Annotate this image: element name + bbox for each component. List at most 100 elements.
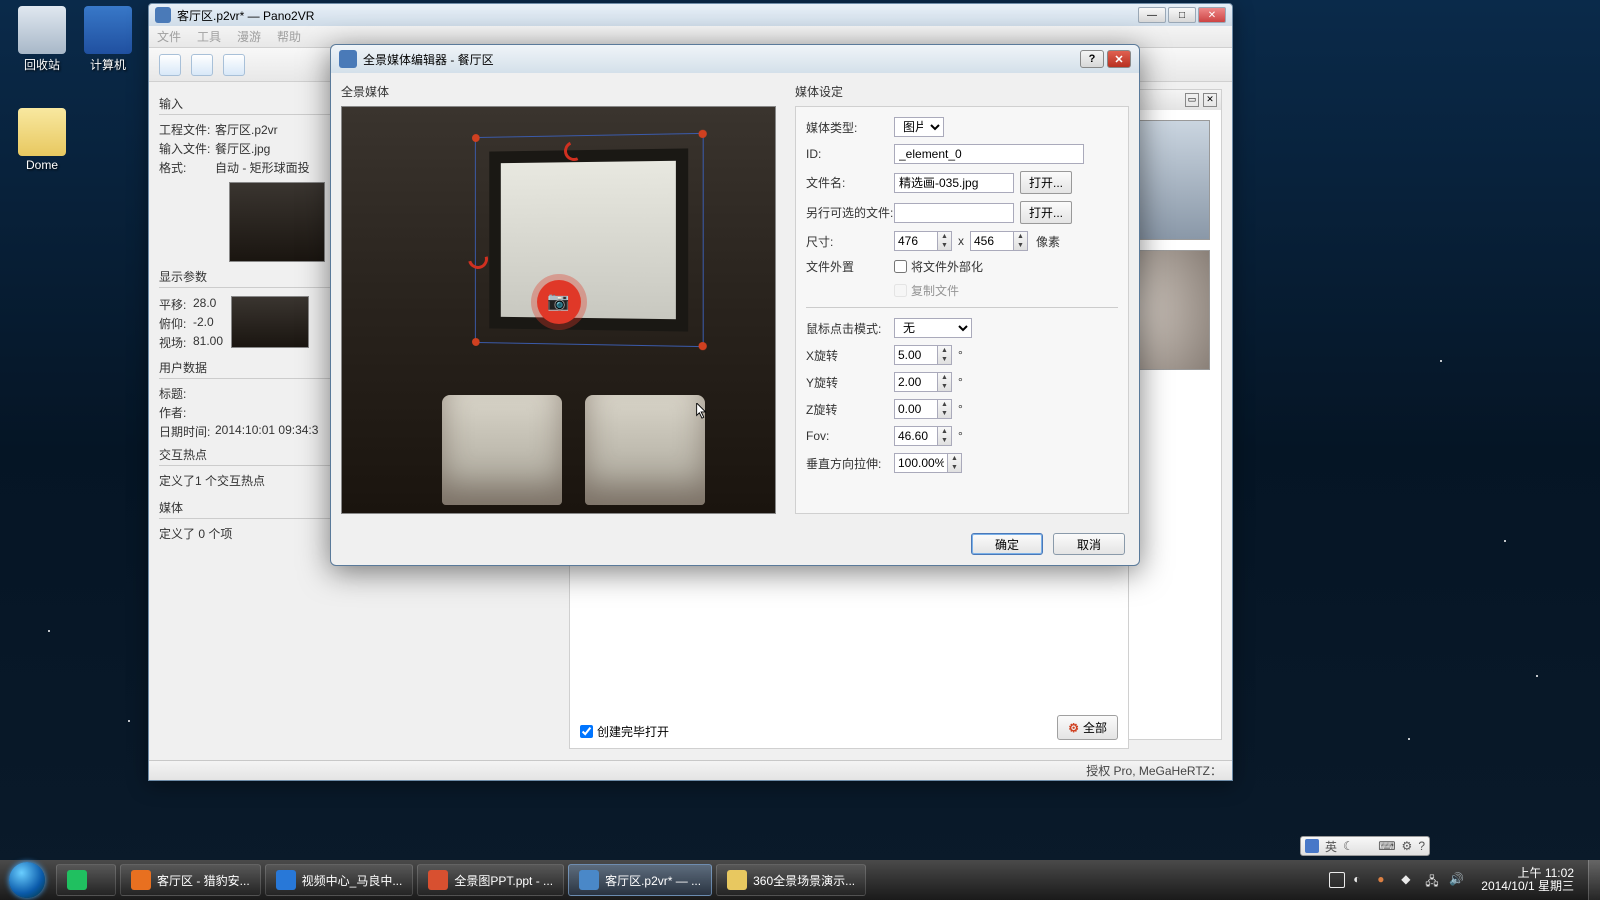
desktop-icon-label: Dome [12, 158, 72, 172]
all-button[interactable]: ⚙全部 [1057, 715, 1118, 740]
show-desktop-button[interactable] [1588, 860, 1600, 900]
hotspots-header: 交互热点 [159, 446, 339, 466]
tray-icon[interactable]: ◐ [1353, 872, 1369, 888]
tray-volume-icon[interactable]: 🔊 [1449, 872, 1465, 888]
externalize-label: 将文件外部化 [911, 258, 983, 275]
spin-up[interactable]: ▲ [938, 232, 951, 241]
spin-down[interactable]: ▼ [938, 355, 951, 364]
media-type-select[interactable]: 图片 [894, 117, 944, 137]
taskbar-item-active[interactable]: 客厅区.p2vr* — ... [568, 864, 712, 896]
open-after-checkbox[interactable] [580, 725, 593, 738]
spin-up[interactable]: ▲ [938, 400, 951, 409]
taskbar-item[interactable]: 360全景场景演示... [716, 864, 866, 896]
width-input[interactable] [894, 231, 938, 251]
spin-up[interactable]: ▲ [1014, 232, 1027, 241]
start-button[interactable] [0, 860, 54, 900]
spin-down[interactable]: ▼ [938, 241, 951, 250]
main-titlebar[interactable]: 客厅区.p2vr* — Pano2VR — □ ✕ [149, 4, 1232, 26]
taskbar-item[interactable]: 视频中心_马良中... [265, 864, 414, 896]
toolbar-new-button[interactable] [159, 54, 181, 76]
menu-tour[interactable]: 漫游 [237, 28, 261, 45]
pan-value: 28.0 [193, 296, 216, 313]
spin-down[interactable]: ▼ [938, 409, 951, 418]
maximize-button[interactable]: □ [1168, 7, 1196, 23]
desktop-icon-recycle-bin[interactable]: 回收站 [12, 6, 72, 73]
id-input[interactable] [894, 144, 1084, 164]
height-input[interactable] [970, 231, 1014, 251]
tray-icon[interactable]: ● [1377, 872, 1393, 888]
ime-toolbar[interactable]: 英 ☾ ⌨ ⚙ ? [1300, 836, 1430, 856]
panorama-preview[interactable]: 📷 [341, 106, 776, 514]
ok-button[interactable]: 确定 [971, 533, 1043, 555]
camera-icon[interactable]: 📷 [537, 280, 581, 324]
externalize-checkbox[interactable] [894, 260, 907, 273]
taskbar-item[interactable]: 全景图PPT.ppt - ... [417, 864, 564, 896]
handle-bottom-right[interactable] [699, 342, 707, 350]
spin-up[interactable]: ▲ [938, 427, 951, 436]
open-alt-file-button[interactable]: 打开... [1020, 201, 1072, 224]
z-rotation-input[interactable] [894, 399, 938, 419]
x-rotation-input[interactable] [894, 345, 938, 365]
ime-help-icon[interactable]: ? [1418, 839, 1425, 853]
cancel-button[interactable]: 取消 [1053, 533, 1125, 555]
date-label: 日期时间: [159, 423, 215, 440]
app-icon [131, 870, 151, 890]
menu-tools[interactable]: 工具 [197, 28, 221, 45]
close-button[interactable]: ✕ [1198, 7, 1226, 23]
handle-top-left[interactable] [472, 134, 480, 142]
dialog-titlebar[interactable]: 全景媒体编辑器 - 餐厅区 ? ✕ [331, 45, 1139, 73]
tray-up-icon[interactable] [1329, 872, 1345, 888]
desktop-icon-dome[interactable]: Dome [12, 108, 72, 172]
taskbar-item[interactable]: 客厅区 - 猎豹安... [120, 864, 261, 896]
degree-symbol: ° [958, 375, 963, 389]
userdata-header: 用户数据 [159, 359, 339, 379]
tray-icon[interactable]: ◆ [1401, 872, 1417, 888]
spin-down[interactable]: ▼ [938, 436, 951, 445]
menu-file[interactable]: 文件 [157, 28, 181, 45]
close-button[interactable]: ✕ [1107, 50, 1131, 68]
ime-mode[interactable]: 英 [1325, 838, 1337, 855]
y-rotation-label: Y旋转 [806, 374, 894, 391]
help-button[interactable]: ? [1080, 50, 1104, 68]
window-title: 客厅区.p2vr* — Pano2VR [177, 7, 314, 24]
stretch-input[interactable] [894, 453, 948, 473]
taskbar-item-label: 360全景场景演示... [753, 872, 855, 889]
filename-input[interactable] [894, 173, 1014, 193]
menu-help[interactable]: 帮助 [277, 28, 301, 45]
open-file-button[interactable]: 打开... [1020, 171, 1072, 194]
alt-file-input[interactable] [894, 203, 1014, 223]
spin-up[interactable]: ▲ [948, 454, 961, 463]
alt-file-label: 另行可选的文件: [806, 204, 894, 221]
spin-up[interactable]: ▲ [938, 373, 951, 382]
panel-close-button[interactable]: ✕ [1203, 93, 1217, 107]
spin-down[interactable]: ▼ [948, 463, 961, 472]
spin-up[interactable]: ▲ [938, 346, 951, 355]
size-unit: 像素 [1036, 233, 1060, 250]
y-rotation-input[interactable] [894, 372, 938, 392]
size-x: x [958, 234, 964, 248]
toolbar-open-button[interactable] [191, 54, 213, 76]
app-icon [727, 870, 747, 890]
desktop-icon-computer[interactable]: 计算机 [78, 6, 138, 73]
z-rotation-label: Z旋转 [806, 401, 894, 418]
dialog-title: 全景媒体编辑器 - 餐厅区 [363, 51, 494, 68]
spin-down[interactable]: ▼ [938, 382, 951, 391]
fov-input[interactable] [894, 426, 938, 446]
ime-moon-icon[interactable]: ☾ [1343, 839, 1354, 853]
taskbar-item-label: 视频中心_马良中... [302, 872, 403, 889]
toolbar-save-button[interactable] [223, 54, 245, 76]
tray-network-icon[interactable]: 🖧 [1425, 872, 1441, 888]
spin-down[interactable]: ▼ [1014, 241, 1027, 250]
input-thumbnail[interactable] [229, 182, 325, 262]
ime-settings-icon[interactable]: ⚙ [1402, 839, 1413, 853]
taskbar-clock[interactable]: 上午 11:02 2014/10/1 星期三 [1473, 867, 1582, 893]
panel-dock-button[interactable]: ▭ [1185, 93, 1199, 107]
input-header: 输入 [159, 95, 339, 115]
view-thumbnail[interactable] [231, 296, 309, 348]
handle-bottom-left[interactable] [472, 338, 480, 346]
ime-keyboard-icon[interactable]: ⌨ [1378, 839, 1395, 853]
minimize-button[interactable]: — [1138, 7, 1166, 23]
media-bounding-box[interactable] [475, 133, 704, 347]
click-mode-select[interactable]: 无 [894, 318, 972, 338]
taskbar-item[interactable] [56, 864, 116, 896]
